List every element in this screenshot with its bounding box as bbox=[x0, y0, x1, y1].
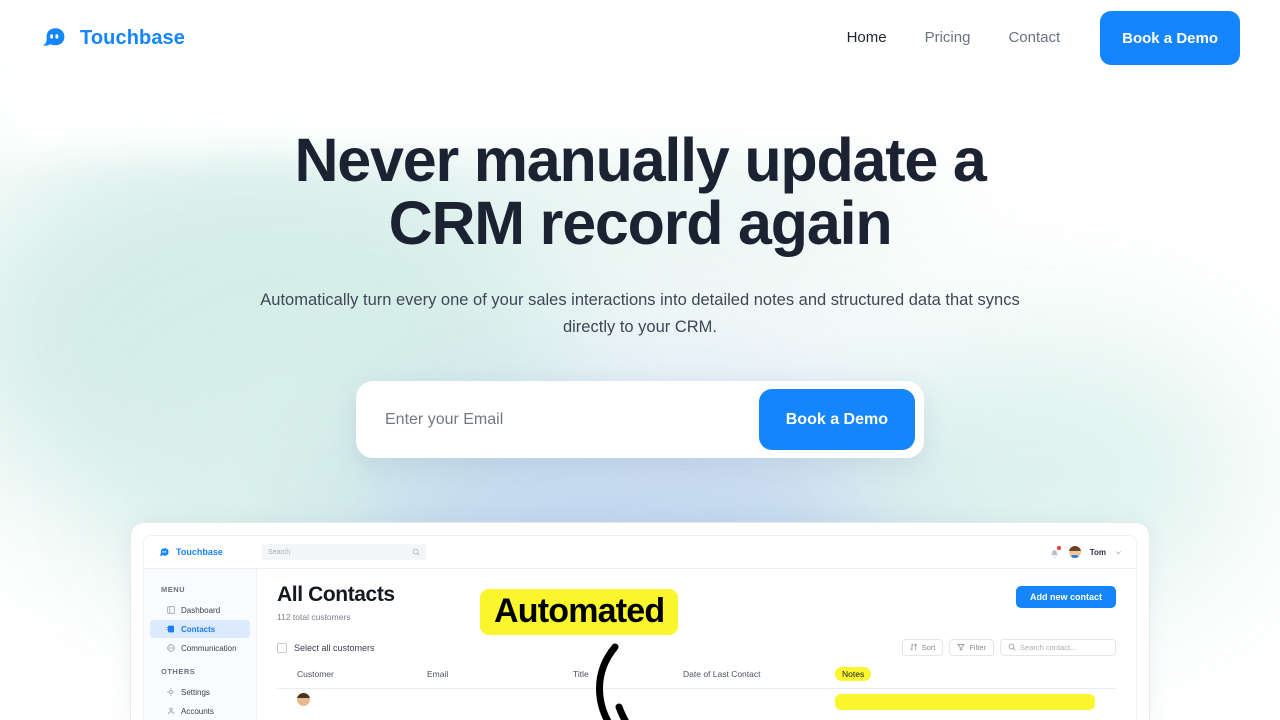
notification-badge-dot bbox=[1056, 545, 1061, 550]
add-new-contact-button[interactable]: Add new contact bbox=[1015, 586, 1116, 608]
site-header: Touchbase Home Pricing Contact Book a De… bbox=[0, 0, 1280, 76]
sidebar-item-label: Communication bbox=[181, 643, 237, 653]
sidebar-item-dashboard[interactable]: Dashboard bbox=[150, 601, 250, 619]
app-sidebar: MENU Dashboard Contacts Communication OT… bbox=[144, 569, 257, 720]
select-all-label: Select all customers bbox=[294, 642, 375, 653]
contact-search-input[interactable]: Search contact... bbox=[1000, 639, 1116, 656]
hand-drawn-arrow-icon bbox=[596, 643, 629, 720]
sidebar-item-accounts[interactable]: Accounts bbox=[150, 702, 250, 720]
sidebar-item-settings[interactable]: Settings bbox=[150, 683, 250, 701]
book-demo-button-hero[interactable]: Book a Demo bbox=[758, 389, 915, 450]
nav-link-pricing[interactable]: Pricing bbox=[906, 0, 990, 76]
sort-icon bbox=[910, 643, 918, 653]
app-topbar: Touchbase Search Tom bbox=[144, 536, 1136, 569]
select-all-checkbox[interactable] bbox=[277, 642, 287, 653]
hero-subtitle: Automatically turn every one of your sal… bbox=[260, 291, 1020, 336]
page-title: Never manually update a CRM record again bbox=[294, 126, 986, 257]
sidebar-group-others-label: OTHERS bbox=[161, 667, 196, 676]
filter-label: Filter bbox=[969, 643, 986, 652]
filter-button[interactable]: Filter bbox=[949, 639, 994, 656]
filter-icon bbox=[957, 643, 965, 653]
contacts-count-label: 112 total customers bbox=[277, 612, 351, 622]
email-input[interactable] bbox=[356, 381, 759, 458]
product-screenshot: Automated Touchbase Search Tom MENU Dash… bbox=[130, 522, 1150, 720]
ghost-logo-icon bbox=[40, 23, 70, 53]
app-brand[interactable]: Touchbase bbox=[158, 546, 262, 559]
app-ghost-logo-icon bbox=[158, 546, 171, 559]
sidebar-group-menu-label: MENU bbox=[161, 585, 186, 594]
nav-link-contact[interactable]: Contact bbox=[989, 0, 1079, 76]
search-icon bbox=[1008, 643, 1016, 653]
sidebar-item-label: Accounts bbox=[181, 706, 214, 716]
brand-name: Touchbase bbox=[80, 26, 185, 49]
sidebar-item-label: Contacts bbox=[181, 624, 216, 634]
user-avatar[interactable] bbox=[1068, 546, 1081, 558]
gear-icon bbox=[167, 688, 175, 696]
app-search-placeholder: Search bbox=[268, 548, 291, 556]
contacts-icon bbox=[167, 625, 175, 633]
contact-search-placeholder: Search contact... bbox=[1020, 643, 1077, 652]
column-header-customer: Customer bbox=[297, 669, 334, 679]
avatar bbox=[297, 693, 310, 706]
app-search-input[interactable]: Search bbox=[262, 544, 426, 560]
automated-annotation-badge: Automated bbox=[480, 589, 679, 635]
sidebar-item-communication[interactable]: Communication bbox=[150, 639, 250, 657]
chevron-down-icon[interactable] bbox=[1115, 543, 1122, 561]
sidebar-item-label: Settings bbox=[181, 687, 210, 697]
sidebar-item-label: Dashboard bbox=[181, 605, 221, 615]
note-highlight-pill bbox=[835, 694, 1095, 710]
sort-button[interactable]: Sort bbox=[901, 639, 944, 656]
column-header-notes: Notes bbox=[835, 667, 872, 681]
notification-bell-icon[interactable] bbox=[1049, 545, 1061, 558]
email-signup-form: Book a Demo bbox=[356, 381, 924, 458]
column-header-date-last-contact: Date of Last Contact bbox=[683, 669, 761, 679]
app-brand-name: Touchbase bbox=[176, 547, 223, 557]
dashboard-icon bbox=[167, 606, 175, 614]
sidebar-item-contacts[interactable]: Contacts bbox=[150, 620, 250, 638]
user-name-label: Tom bbox=[1089, 547, 1106, 557]
contacts-page-title: All Contacts bbox=[277, 583, 395, 606]
hero-section: Never manually update a CRM record again… bbox=[0, 76, 1280, 458]
sort-label: Sort bbox=[921, 643, 936, 652]
book-demo-button-header[interactable]: Book a Demo bbox=[1100, 11, 1240, 65]
search-icon bbox=[412, 543, 420, 561]
main-nav: Home Pricing Contact Book a Demo bbox=[828, 0, 1240, 76]
column-header-email: Email bbox=[427, 669, 449, 679]
brand-logo-link[interactable]: Touchbase bbox=[40, 23, 185, 53]
person-icon bbox=[167, 707, 175, 715]
communication-icon bbox=[167, 644, 175, 652]
nav-link-home[interactable]: Home bbox=[828, 0, 906, 76]
